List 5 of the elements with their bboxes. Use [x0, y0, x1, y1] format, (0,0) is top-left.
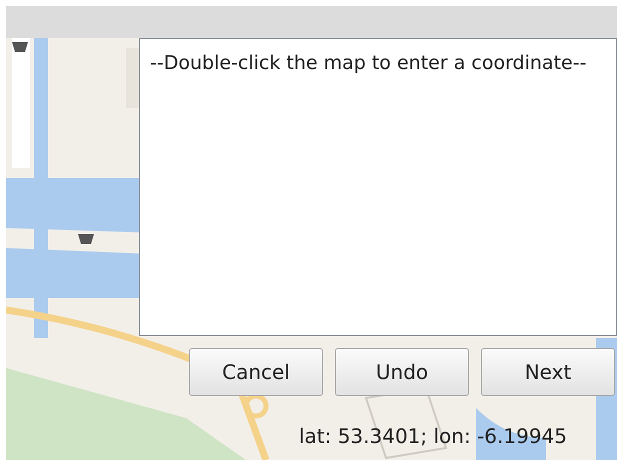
dialog-button[interactable]: Cancel	[189, 348, 323, 396]
coordinate-readout: lat: 53.3401; lon: -6.19945	[298, 424, 567, 448]
message-text-area[interactable]: --Double-click the map to enter a coordinate--	[139, 38, 617, 336]
dialog-button[interactable]: Undo	[335, 348, 469, 396]
dialog-button[interactable]: Next	[481, 348, 615, 396]
